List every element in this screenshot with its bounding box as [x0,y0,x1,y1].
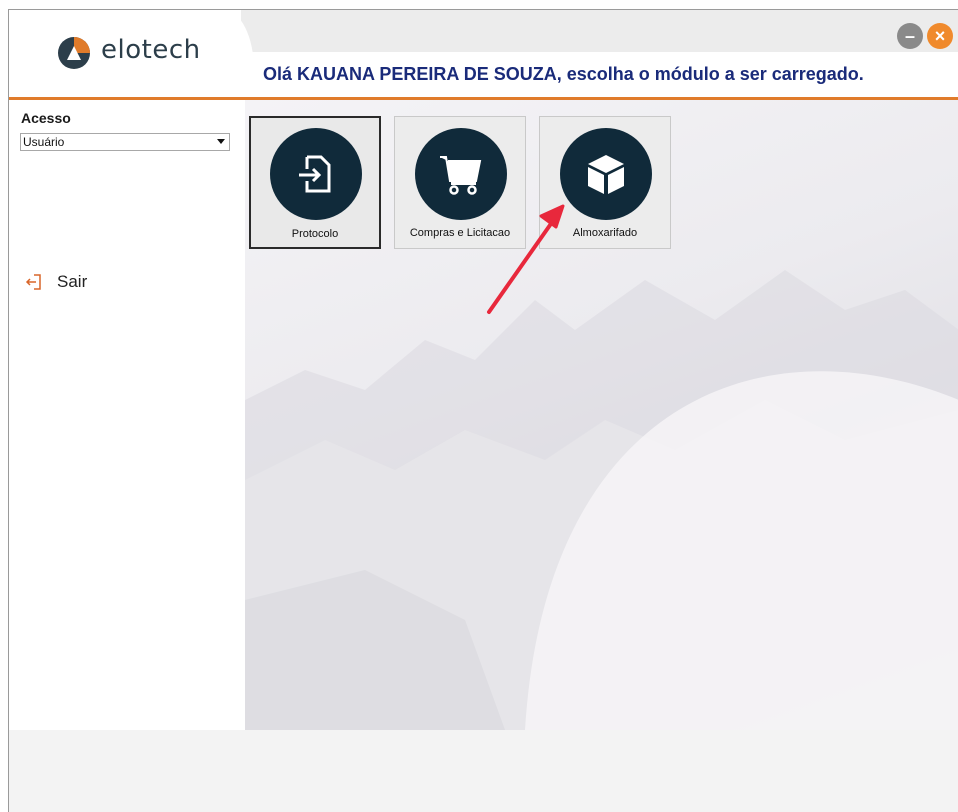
exit-icon [25,274,41,290]
close-icon: × [934,26,946,46]
minimize-button[interactable]: – [897,23,923,49]
app-window: elotech Olá KAUANA PEREIRA DE SOUZA, esc… [8,9,958,812]
logo-text: elotech [101,35,201,65]
close-button[interactable]: × [927,23,953,49]
logo: elotech [9,10,254,98]
greeting-text: Olá KAUANA PEREIRA DE SOUZA, escolha o m… [263,64,864,84]
sidebar: Acesso Usuário Sair [9,100,245,730]
header-top-bar [241,10,958,52]
module-panel: Protocolo Compras e Licitacao Almoxarifa… [245,100,958,730]
access-label: Acesso [21,110,71,126]
minimize-icon: – [904,26,915,46]
exit-button[interactable]: Sair [25,272,87,292]
elotech-logo-icon [58,37,90,69]
exit-label: Sair [57,272,88,291]
header: elotech Olá KAUANA PEREIRA DE SOUZA, esc… [9,10,958,98]
dropdown-arrow-icon [217,139,225,144]
access-select-value: Usuário [23,135,65,149]
access-select[interactable]: Usuário [20,133,230,151]
status-area [9,730,958,812]
annotation-arrow [487,204,565,314]
